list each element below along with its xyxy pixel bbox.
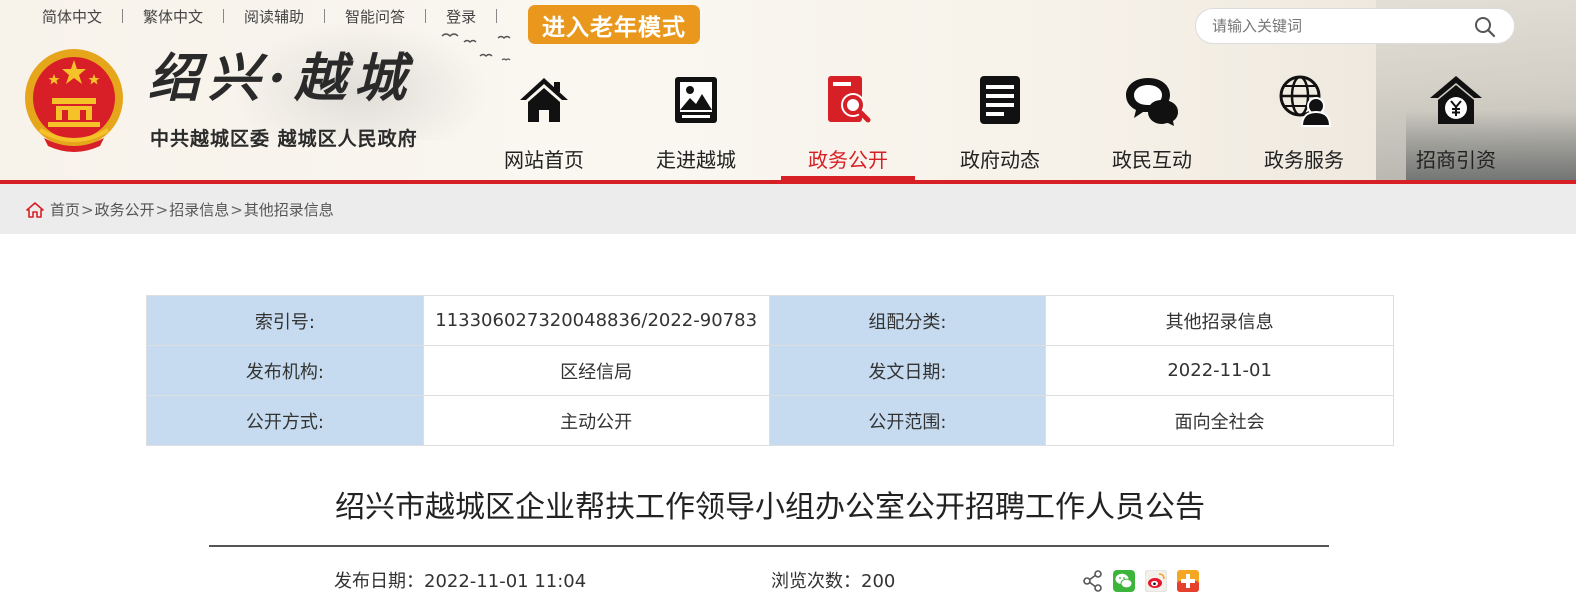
chat-bubbles-icon [1126, 78, 1178, 126]
link-reading-aid[interactable]: 阅读辅助 [244, 6, 304, 27]
document-search-icon [828, 76, 871, 123]
more-plus-icon[interactable] [1177, 570, 1199, 592]
nav-item-news[interactable]: 政府动态 [924, 66, 1076, 180]
table-row: 索引号: 11330602732004883​6/2022-90783 组配分类… [146, 295, 1394, 346]
site-subtitle: 中共越城区委 越城区人民政府 [150, 128, 418, 150]
house-yuan-icon [1430, 76, 1482, 124]
meta-value: 2022-11-01 [1045, 345, 1394, 396]
title-divider [209, 545, 1329, 547]
nav-label: 政务公开 [808, 148, 888, 172]
meta-label: 索引号: [146, 295, 424, 346]
meta-label: 发布机构: [146, 345, 424, 396]
nav-label: 网站首页 [504, 148, 584, 172]
nav-label: 政民互动 [1112, 148, 1192, 172]
meta-value: 其他招录信息 [1045, 295, 1394, 346]
article-title: 绍兴市越城区企业帮扶工作领导小组办公室公开招聘工作人员公告 [335, 490, 1205, 525]
nav-item-gov-info[interactable]: 政务公开 [772, 66, 924, 180]
picture-icon [675, 77, 717, 123]
link-smart-qa[interactable]: 智能问答 [345, 6, 405, 27]
wechat-icon[interactable] [1113, 570, 1135, 592]
breadcrumb-bar: 首页 > 政务公开 > 招录信息 > 其他招录信息 [0, 184, 1576, 234]
site-title: 绍兴·越城 [148, 48, 415, 109]
birds-decoration [441, 33, 511, 61]
home-icon [26, 201, 44, 218]
breadcrumb-separator: > [230, 200, 243, 219]
divider [324, 9, 326, 23]
divider [425, 9, 427, 23]
national-emblem-icon [25, 49, 123, 152]
nav-item-home[interactable]: 网站首页 [468, 66, 620, 180]
publish-date: 发布日期：2022-11-01 11:04 [334, 571, 587, 592]
globe-user-icon [1279, 75, 1332, 127]
nav-label: 走进越城 [656, 148, 736, 172]
link-login[interactable]: 登录 [446, 6, 476, 27]
top-links: 简体中文 繁体中文 阅读辅助 智能问答 登录 [42, 5, 517, 27]
nav-item-interaction[interactable]: 政民互动 [1076, 66, 1228, 180]
meta-label: 发文日期: [768, 345, 1047, 396]
breadcrumb-home[interactable]: 首页 [50, 199, 80, 220]
search-box [1195, 8, 1515, 44]
share-icon[interactable] [1083, 570, 1103, 592]
breadcrumb-separator: > [81, 200, 94, 219]
meta-value: 11330602732004883​6/2022-90783 [422, 295, 770, 346]
nav-item-about[interactable]: 走进越城 [620, 66, 772, 180]
document-meta-table: 索引号: 11330602732004883​6/2022-90783 组配分类… [146, 295, 1394, 446]
site-header: 简体中文 繁体中文 阅读辅助 智能问答 登录 进入老年模式 请输入关键词 绍兴·… [0, 0, 1576, 180]
search-icon[interactable] [1474, 16, 1496, 38]
breadcrumb-recruitment[interactable]: 招录信息 [169, 199, 229, 220]
nav-item-investment[interactable]: 招商引资 [1380, 66, 1532, 180]
home-icon [520, 78, 568, 122]
meta-label: 公开范围: [768, 395, 1047, 446]
weibo-icon[interactable] [1145, 570, 1167, 592]
table-row: 公开方式: 主动公开 公开范围: 面向全社会 [146, 395, 1394, 446]
divider [496, 9, 498, 23]
nav-label: 政务服务 [1264, 148, 1344, 172]
search-input[interactable] [1212, 9, 1462, 43]
meta-value: 面向全社会 [1045, 395, 1394, 446]
breadcrumb-gov-info[interactable]: 政务公开 [95, 199, 155, 220]
meta-label: 组配分类: [768, 295, 1047, 346]
breadcrumb-separator: > [155, 200, 169, 219]
link-traditional-chinese[interactable]: 繁体中文 [143, 6, 203, 27]
elder-mode-button[interactable]: 进入老年模式 [528, 5, 700, 44]
view-count: 浏览次数：200 [771, 571, 896, 592]
meta-value: 主动公开 [422, 395, 770, 446]
nav-label: 政府动态 [960, 148, 1040, 172]
nav-item-services[interactable]: 政务服务 [1228, 66, 1380, 180]
meta-value: 区经信局 [422, 345, 770, 396]
share-bar [1083, 570, 1209, 592]
divider [223, 9, 225, 23]
meta-label: 公开方式: [146, 395, 424, 446]
breadcrumb: 首页 > 政务公开 > 招录信息 > 其他招录信息 [26, 199, 334, 220]
divider [122, 9, 124, 23]
nav-label: 招商引资 [1416, 148, 1496, 172]
link-simplified-chinese[interactable]: 简体中文 [42, 6, 102, 27]
main-nav: 网站首页 走进越城 政务公开 政府动态 政民互动 政务服务 招商引资 [468, 66, 1532, 180]
breadcrumb-other-recruitment[interactable]: 其他招录信息 [244, 199, 334, 220]
table-row: 发布机构: 区经信局 发文日期: 2022-11-01 [146, 345, 1394, 396]
news-list-icon [980, 76, 1020, 124]
